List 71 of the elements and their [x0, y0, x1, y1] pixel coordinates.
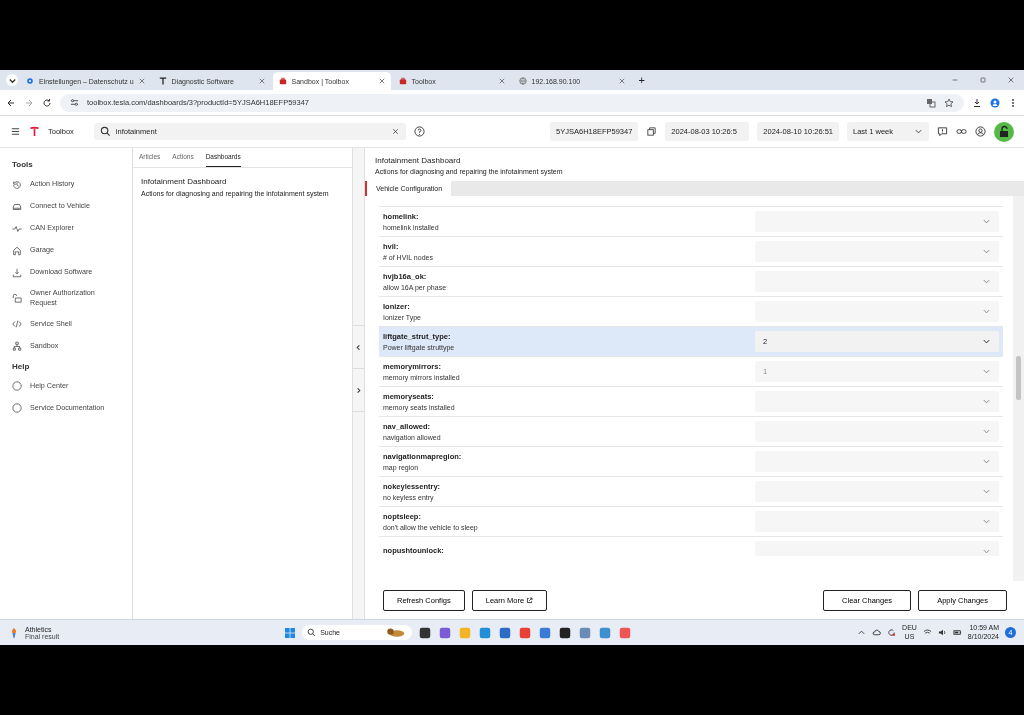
search-icon [307, 628, 317, 637]
copy-icon[interactable] [646, 126, 658, 137]
close-icon[interactable] [618, 78, 625, 84]
t-logo-icon [158, 77, 167, 85]
close-icon[interactable] [1007, 76, 1015, 84]
menu-icon[interactable] [10, 126, 21, 137]
caret-icon [982, 457, 991, 466]
new-tab-button[interactable]: + [632, 74, 651, 86]
toolbox-icon [278, 77, 287, 85]
menu-item-icon [12, 293, 22, 304]
caret-icon [982, 487, 991, 496]
menu-item-icon [12, 403, 22, 414]
unlock-button[interactable] [994, 121, 1014, 142]
caret-icon [982, 547, 991, 556]
expand-right-icon[interactable] [355, 386, 362, 394]
scrollbar[interactable] [1013, 196, 1024, 581]
app-icon[interactable] [418, 625, 433, 640]
battery-icon[interactable] [952, 628, 962, 637]
section-heading: Help [12, 361, 31, 371]
close-icon[interactable] [498, 78, 505, 84]
star-icon[interactable] [944, 97, 954, 108]
toolbox-icon [398, 77, 407, 85]
profile-icon[interactable] [990, 97, 1000, 108]
forward-icon[interactable] [24, 97, 34, 108]
menu-item-icon [12, 245, 22, 256]
tab-list-icon[interactable] [6, 74, 18, 86]
caret-icon [982, 367, 991, 376]
menu-item-icon [12, 223, 22, 234]
external-link-icon [526, 596, 534, 604]
back-icon[interactable] [6, 97, 16, 108]
sync-icon[interactable] [887, 628, 897, 637]
caret-icon [982, 217, 991, 226]
dashboard-title[interactable]: Infotainment Dashboard [141, 177, 344, 186]
collapse-left-icon[interactable] [355, 343, 362, 351]
menu-item-icon [12, 201, 22, 212]
close-icon[interactable] [378, 78, 385, 84]
clear-icon[interactable] [390, 127, 400, 136]
section-heading: Tools [12, 160, 34, 169]
close-icon[interactable] [258, 78, 265, 84]
dashboard-heading: Infotainment Dashboard [375, 156, 462, 165]
link-icon[interactable] [956, 126, 967, 137]
caret-icon [982, 247, 991, 256]
caret-icon [982, 277, 991, 286]
menu-item-icon [12, 341, 22, 352]
site-settings-icon[interactable] [70, 98, 79, 107]
chevron-up-icon[interactable] [857, 628, 867, 637]
globe-icon [518, 77, 527, 85]
help-icon[interactable] [413, 126, 425, 137]
reload-icon[interactable] [42, 97, 52, 108]
caret-icon [914, 127, 923, 136]
windows-start-icon[interactable] [284, 626, 297, 639]
t-logo-icon [29, 126, 40, 137]
menu-item-icon [12, 267, 22, 278]
caret-icon [982, 517, 991, 526]
cloud-icon[interactable] [872, 628, 882, 637]
translate-icon[interactable] [926, 97, 936, 108]
speaker-icon[interactable] [937, 628, 947, 637]
menu-item-icon [12, 319, 22, 330]
restore-icon[interactable] [979, 76, 987, 84]
download-icon[interactable] [972, 97, 982, 108]
menu-item-icon [12, 381, 22, 392]
close-icon[interactable] [138, 78, 145, 84]
app-icon[interactable] [558, 625, 573, 640]
user-icon[interactable] [975, 126, 986, 137]
feedback-icon[interactable] [937, 126, 948, 137]
caret-icon [982, 397, 991, 406]
menu-item-icon [12, 179, 22, 190]
caret-icon [982, 427, 991, 436]
search-icon [99, 126, 111, 137]
caret-icon [982, 337, 991, 346]
caret-icon [982, 307, 991, 316]
